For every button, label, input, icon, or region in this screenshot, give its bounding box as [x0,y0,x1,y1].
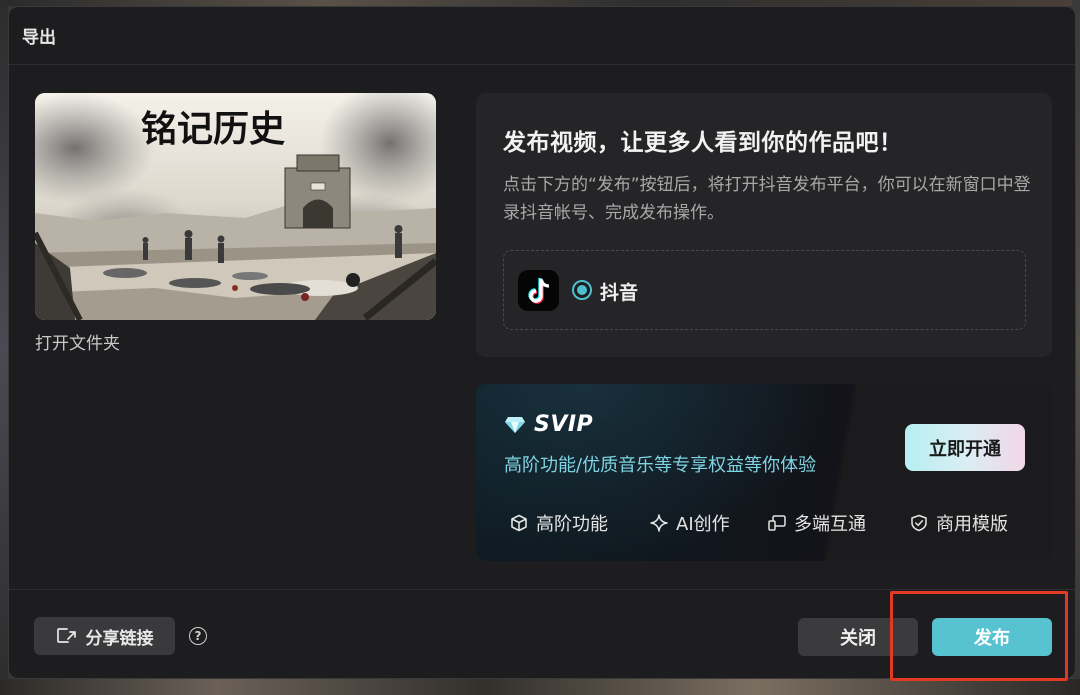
export-dialog: 导出 铭记历史 打开文件夹 发布视频，让更多人看到你的作品吧！ 点击下方的“发布… [8,6,1076,679]
close-button[interactable]: 关闭 [798,618,918,656]
feature-ai: AI创作 [650,510,768,536]
publish-button[interactable]: 发布 [932,618,1052,656]
diamond-icon [505,416,525,433]
dialog-titlebar: 导出 [9,7,1075,65]
sparkle-icon [650,514,668,532]
background-app-strip [0,0,8,695]
svip-promo-card: SVIP 高阶功能/优质音乐等专享权益等你体验 立即开通 高阶功能 AI创作 多… [476,384,1052,561]
subscribe-now-button[interactable]: 立即开通 [905,424,1025,471]
share-screen-icon [56,628,76,643]
platform-label: 抖音 [600,282,639,304]
cube-icon [511,514,527,532]
platform-radio[interactable] [572,280,592,300]
svip-label: SVIP [534,412,594,437]
share-link-label: 分享链接 [85,628,154,649]
radio-selected-dot [577,285,587,295]
feature-commercial-template: 商用模版 [910,510,1008,536]
preview-illustration: 铭记历史 [35,93,436,320]
video-preview[interactable]: 铭记历史 [35,93,436,320]
feature-label: AI创作 [676,514,730,535]
feature-label: 高阶功能 [536,514,608,535]
svip-title: SVIP [504,412,593,437]
preview-calligraphy: 铭记历史 [141,108,285,150]
share-link-button[interactable]: 分享链接 [34,617,175,655]
devices-icon [768,515,786,531]
svip-features: 高阶功能 AI创作 多端互通 商用模版 [510,510,1008,536]
feature-advanced: 高阶功能 [510,510,650,536]
open-folder-link[interactable]: 打开文件夹 [35,329,120,354]
publish-card: 发布视频，让更多人看到你的作品吧！ 点击下方的“发布”按钮后，将打开抖音发布平台… [476,93,1052,357]
dialog-footer: 分享链接 ? 关闭 发布 [9,589,1075,678]
publish-description: 点击下方的“发布”按钮后，将打开抖音发布平台，你可以在新窗口中登录抖音帐号、完成… [503,175,1031,223]
feature-multi-device: 多端互通 [768,510,910,536]
help-icon[interactable]: ? [189,627,207,645]
tiktok-icon [518,270,559,311]
background-app-strip [0,679,1080,695]
dialog-title: 导出 [22,28,56,48]
feature-label: 商用模版 [936,514,1008,535]
publish-heading: 发布视频，让更多人看到你的作品吧！ [503,130,903,156]
platform-option-douyin[interactable]: 抖音 [503,250,1026,330]
svip-subtitle: 高阶功能/优质音乐等专享权益等你体验 [504,455,817,476]
shield-check-icon [911,514,927,532]
feature-label: 多端互通 [794,514,866,535]
